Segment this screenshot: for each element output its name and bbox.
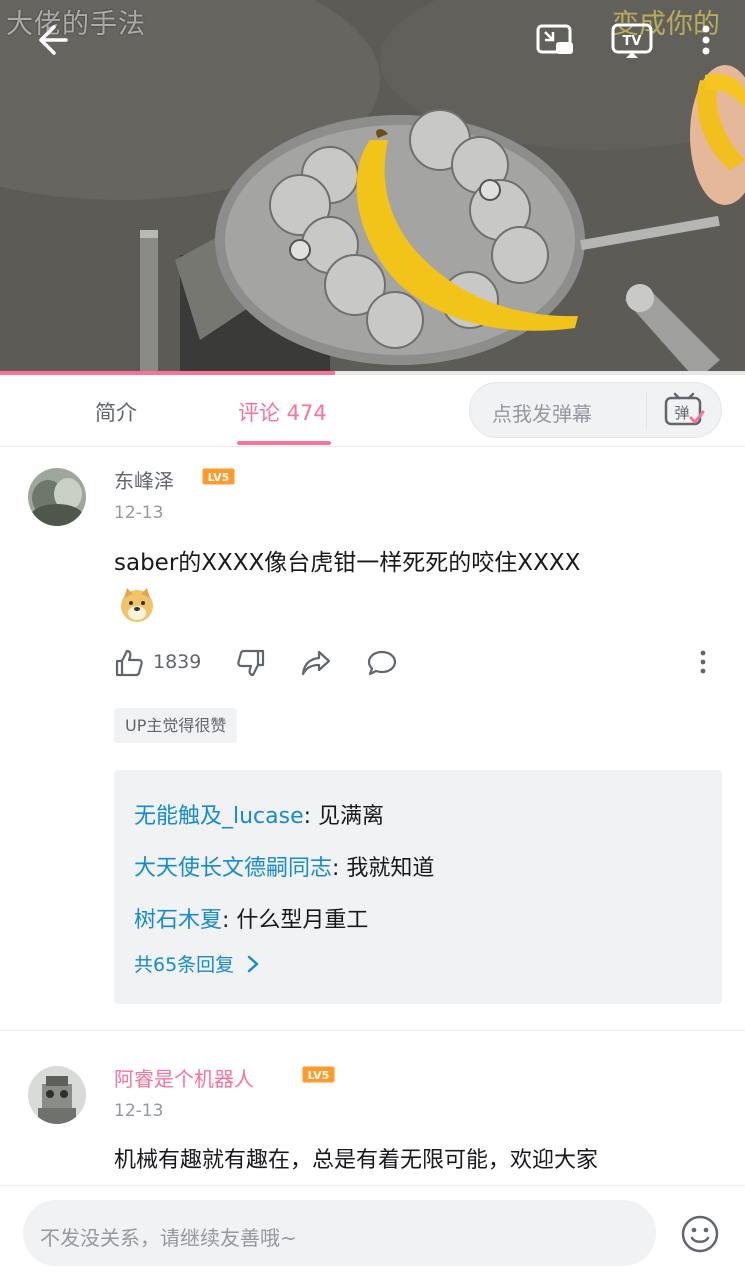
comment-date: 12-13 bbox=[114, 503, 164, 523]
reply-username[interactable]: 无能触及_lucase bbox=[134, 804, 304, 829]
danmaku-toggle-icon[interactable]: 弹 bbox=[662, 391, 706, 431]
picture-in-picture-icon bbox=[536, 24, 573, 54]
back-button[interactable] bbox=[32, 20, 72, 60]
tab-intro[interactable]: 简介 bbox=[95, 397, 137, 427]
danmaku-placeholder: 点我发弹幕 bbox=[492, 402, 592, 426]
danmaku-divider bbox=[646, 393, 647, 429]
emoji-button-icon[interactable] bbox=[680, 1214, 720, 1254]
video-player[interactable]: 大佬的手法 变成你的 TV bbox=[0, 0, 745, 373]
reply-item[interactable]: 无能触及_lucase: 见满离 bbox=[134, 798, 384, 830]
reply-separator: : bbox=[222, 908, 237, 933]
share-button-icon[interactable] bbox=[300, 648, 332, 678]
reply-separator: : bbox=[303, 804, 319, 829]
reply-text: 我就知道 bbox=[346, 856, 435, 881]
view-all-replies-label: 共65条回复 bbox=[134, 954, 235, 976]
up-liked-tag: UP主觉得很赞 bbox=[114, 708, 238, 743]
reply-item[interactable]: 树石木夏: 什么型月重工 bbox=[134, 902, 368, 934]
like-count: 1839 bbox=[153, 651, 202, 673]
level-badge-text: LV5 bbox=[208, 471, 230, 484]
doge-emoji-icon bbox=[121, 588, 153, 622]
reply-item[interactable]: 大天使长文德嗣同志: 我就知道 bbox=[134, 850, 434, 882]
video-watermark-left: 大佬的手法 bbox=[6, 9, 146, 40]
avatar[interactable] bbox=[28, 468, 86, 526]
reply-text: 什么型月重工 bbox=[236, 908, 369, 933]
like-button-icon[interactable] bbox=[114, 648, 144, 678]
chevron-right-icon bbox=[248, 955, 259, 973]
picture-in-picture-button[interactable] bbox=[535, 20, 575, 60]
comment-input-bar: 不发没关系，请继续友善哦~ bbox=[0, 1185, 745, 1280]
avatar[interactable] bbox=[28, 1066, 86, 1124]
back-arrow-icon bbox=[39, 25, 68, 55]
dislike-button-icon[interactable] bbox=[236, 648, 266, 678]
comment-username[interactable]: 阿睿是个机器人 bbox=[114, 1063, 254, 1092]
tab-active-indicator bbox=[237, 441, 331, 445]
tv-cast-button[interactable]: TV bbox=[611, 20, 653, 60]
reply-preview-box[interactable]: 无能触及_lucase: 见满离 大天使长文德嗣同志: 我就知道 树石木夏: 什… bbox=[114, 770, 722, 1004]
comment-more-icon[interactable] bbox=[693, 648, 713, 678]
comment-input-placeholder: 不发没关系，请继续友善哦~ bbox=[40, 1226, 297, 1250]
tv-cast-icon: TV bbox=[611, 23, 653, 58]
comment-input[interactable]: 不发没关系，请继续友善哦~ bbox=[23, 1200, 656, 1266]
tab-comments[interactable]: 评论 474 bbox=[238, 397, 327, 427]
avatar-image bbox=[28, 468, 86, 526]
danmaku-input[interactable]: 点我发弹幕 弹 bbox=[469, 382, 722, 438]
more-vertical-icon bbox=[702, 25, 710, 55]
comment-text: saber的XXXX像台虎钳一样死死的咬住XXXX bbox=[114, 550, 581, 576]
reply-button-icon[interactable] bbox=[366, 648, 398, 678]
tab-bar: 简介 评论 474 点我发弹幕 弹 bbox=[0, 375, 745, 447]
comment-username[interactable]: 东峰泽 bbox=[114, 465, 174, 494]
comment-date: 12-13 bbox=[114, 1101, 164, 1121]
view-all-replies-link[interactable]: 共65条回复 bbox=[134, 950, 260, 977]
comment-divider bbox=[0, 1030, 745, 1031]
level-badge-icon: LV5 bbox=[302, 1066, 335, 1083]
reply-separator: : bbox=[332, 856, 347, 881]
level-badge-text: LV5 bbox=[308, 1069, 330, 1082]
reply-text: 见满离 bbox=[318, 804, 385, 829]
avatar-image bbox=[28, 1066, 86, 1124]
level-badge-icon: LV5 bbox=[202, 468, 235, 485]
more-options-button[interactable] bbox=[688, 20, 724, 60]
comment-text: 机械有趣就有趣在，总是有着无限可能，欢迎大家 bbox=[114, 1148, 599, 1173]
reply-username[interactable]: 树石木夏 bbox=[134, 908, 222, 933]
danmaku-icon-char: 弹 bbox=[674, 404, 689, 422]
reply-username[interactable]: 大天使长文德嗣同志 bbox=[134, 856, 332, 881]
svg-text:TV: TV bbox=[623, 34, 642, 49]
